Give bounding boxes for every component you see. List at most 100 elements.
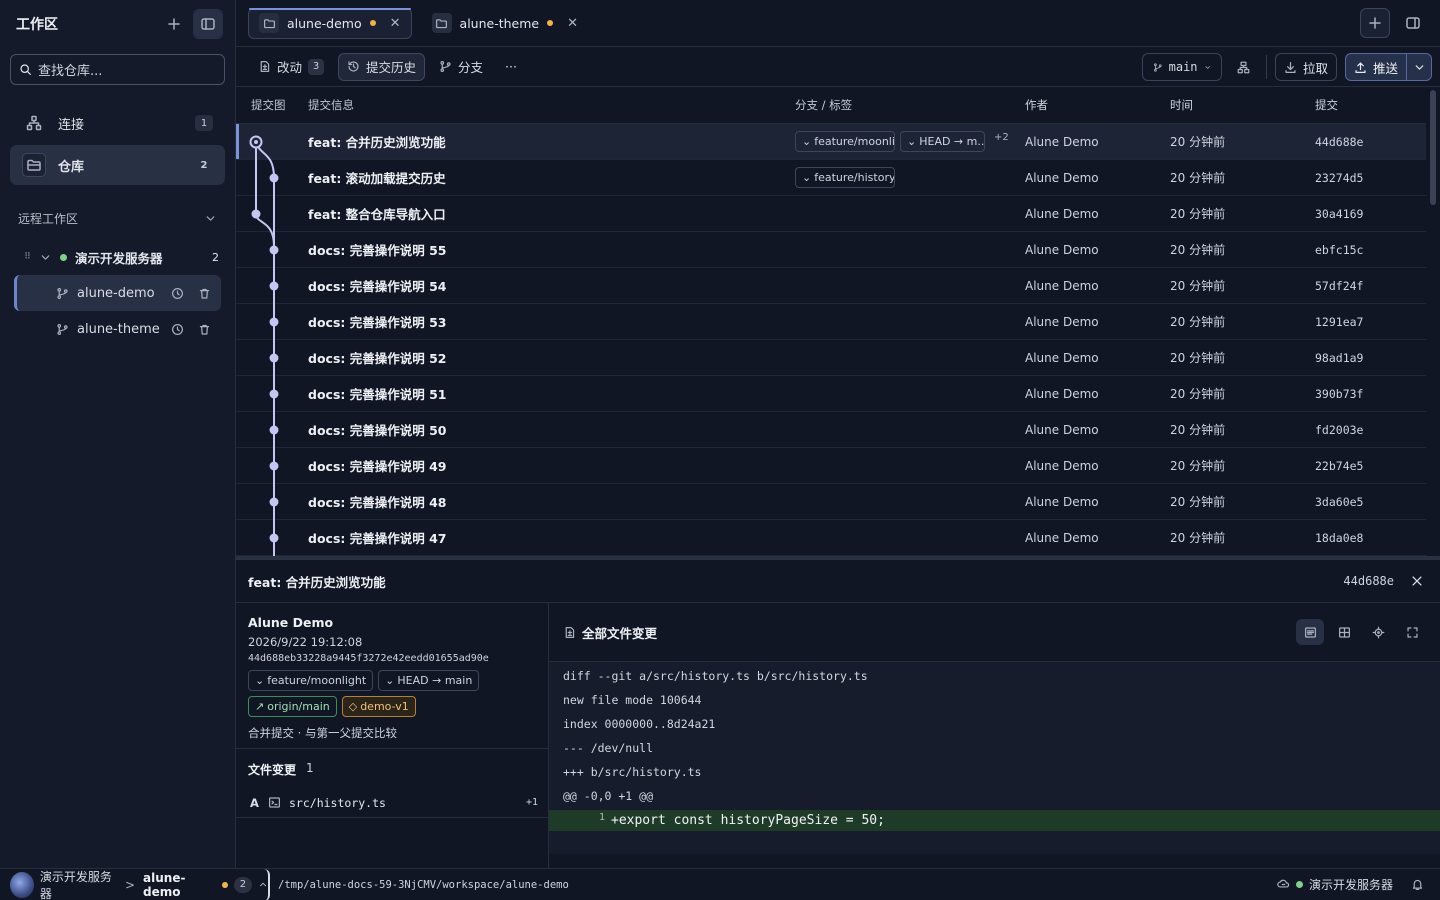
commit-graph [249,135,279,556]
remote-ref-badge[interactable]: ↗ origin/main [248,696,337,717]
col-time: 时间 [1170,98,1193,112]
tag-badge[interactable]: ◇ demo-v1 [341,696,416,717]
online-status-dot [60,253,68,261]
remote-workspace-section[interactable]: 远程工作区 [0,203,235,233]
ref-badge[interactable]: ⌄ feature/history [795,167,895,188]
divider [1265,55,1267,79]
chevron-down-icon [206,215,215,221]
push-options-button[interactable] [1407,54,1431,80]
nav-repositories[interactable]: 仓库 2 [10,145,225,185]
table-row[interactable]: docs: 完善操作说明 49 Alune Demo 20 分钟前 22b74e5 [236,448,1426,484]
pull-button[interactable]: 拉取 [1274,53,1337,81]
toggle-sidebar-button[interactable] [193,8,223,39]
split-view-button[interactable] [1330,619,1358,645]
commit-hash: 23274d5 [1315,170,1364,185]
head-ref-badge[interactable]: ⌄ HEAD → main [378,670,480,691]
branch-icon [440,61,451,72]
branch-chevron-icon: ⌄ [255,674,265,687]
nav-count: 1 [195,115,213,131]
section-label: 远程工作区 [18,211,79,226]
close-tab-icon[interactable]: ✕ [390,16,401,31]
ref-badge[interactable]: ⌄feature/moonli... [795,131,895,152]
new-tab-button[interactable] [1360,8,1390,38]
fullscreen-button[interactable] [1398,619,1426,645]
diff-meta-line: +++ b/src/history.ts [563,765,702,779]
sidebar: 工作区 查找仓库... 连接 1 仓库 2 远程工作区 ⠿ 演示开发服务器 2 [0,0,236,868]
graph-head-node-core [254,140,258,144]
more-button[interactable]: ··· [497,53,525,81]
commit-author: Alune Demo [1025,242,1099,257]
nav-count: 2 [200,159,208,171]
branch-selector[interactable]: main [1141,53,1222,81]
unified-diff-icon [1304,626,1316,638]
graph-commit-node [269,533,279,543]
commit-hash: 98ad1a9 [1315,350,1364,365]
table-row[interactable]: docs: 完善操作说明 47 Alune Demo 20 分钟前 18da0e8 [236,520,1426,556]
diff-added-line: 1 +export const historyPageSize = 50; [549,810,1440,831]
close-tab-icon[interactable]: ✕ [567,16,578,31]
status-bar: 演示开发服务器 > alune-demo 2 /tmp/alune-docs-5… [0,868,1440,900]
history-icon[interactable] [171,287,184,300]
commit-message: docs: 完善操作说明 52 [308,351,447,366]
tab-changes[interactable]: 改动 3 [250,53,332,81]
table-row[interactable]: docs: 完善操作说明 53 Alune Demo 20 分钟前 1291ea7 [236,304,1426,340]
all-changes-label: 全部文件变更 [582,625,658,641]
network-icon [22,111,46,135]
locate-button[interactable] [1364,619,1392,645]
repo-item-alune-demo[interactable]: alune-demo [14,275,221,311]
sidebar-title: 工作区 [16,16,58,33]
tab-branches[interactable]: 分支 [431,53,491,81]
tab-history[interactable]: 提交历史 [338,52,426,81]
ref-label: HEAD → main [397,674,473,687]
ref-label: feature/moonli... [814,135,895,148]
diff-header: 全部文件变更 [549,603,1440,662]
commit-message: docs: 完善操作说明 54 [308,279,447,294]
graph-commit-node [269,497,279,507]
chevron-down-icon[interactable] [39,251,52,264]
close-icon[interactable] [1410,574,1424,588]
upload-icon [1355,61,1366,73]
tab-alune-demo[interactable]: alune-demo ✕ [248,7,412,39]
more-refs-count[interactable]: +2 [994,132,1009,143]
graph-view-button[interactable] [1230,53,1258,81]
commit-message: feat: 滚动加载提交历史 [308,171,446,186]
toggle-right-panel-button[interactable] [1398,8,1428,38]
commit-message: docs: 完善操作说明 49 [308,459,447,474]
nav-connections[interactable]: 连接 1 [10,103,225,143]
table-row[interactable]: docs: 完善操作说明 48 Alune Demo 20 分钟前 3da60e5 [236,484,1426,520]
changed-file-row[interactable]: A src/history.ts +1 [236,788,548,818]
table-row[interactable]: docs: 完善操作说明 55 Alune Demo 20 分钟前 ebfc15c [236,232,1426,268]
commit-time: 20 分钟前 [1170,171,1226,185]
bell-icon[interactable] [1411,878,1424,891]
commit-time: 20 分钟前 [1170,459,1226,473]
col-author: 作者 [1025,98,1048,112]
tab-alune-theme[interactable]: alune-theme ✕ [422,8,588,39]
nav-label: 连接 [58,117,85,133]
branch-ref-badge[interactable]: ⌄ feature/moonlight [248,670,374,691]
table-row[interactable]: docs: 完善操作说明 50 Alune Demo 20 分钟前 fd2003e [236,412,1426,448]
trash-icon[interactable] [198,323,211,336]
unified-view-button[interactable] [1296,619,1324,645]
commit-author: Alune Demo [1025,350,1099,365]
ref-badge[interactable]: ⌄ HEAD → m... [900,131,985,152]
repo-search-input[interactable]: 查找仓库... [10,54,225,85]
table-row[interactable]: docs: 完善操作说明 51 Alune Demo 20 分钟前 390b73f [236,376,1426,412]
push-button[interactable]: 推送 [1346,54,1407,80]
table-row[interactable]: feat: 合并历史浏览功能⌄feature/moonli...⌄HEAD → … [236,124,1426,160]
table-row[interactable]: docs: 完善操作说明 52 Alune Demo 20 分钟前 98ad1a9 [236,340,1426,376]
file-additions: +1 [525,797,538,808]
server-item[interactable]: ⠿ 演示开发服务器 2 [0,239,235,275]
chevron-down-icon [1205,65,1210,69]
trash-icon[interactable] [198,287,211,300]
drag-handle-icon[interactable]: ⠿ [24,252,31,262]
status-right: 演示开发服务器 [1277,876,1440,893]
repo-item-alune-theme[interactable]: alune-theme [14,311,221,347]
table-row[interactable]: feat: 整合仓库导航入口 Alune Demo 20 分钟前 30a4169 [236,196,1426,232]
table-row[interactable]: feat: 滚动加载提交历史 ⌄ feature/history Alune Demo… [236,160,1426,196]
add-workspace-button[interactable] [159,9,189,39]
vertical-scrollbar[interactable] [1430,90,1436,205]
table-row[interactable]: docs: 完善操作说明 54 Alune Demo 20 分钟前 57df24f [236,268,1426,304]
workspace-switcher[interactable]: 演示开发服务器 > alune-demo 2 [0,868,270,900]
remote-arrow-icon: ↗ [255,700,265,713]
history-icon[interactable] [171,323,184,336]
